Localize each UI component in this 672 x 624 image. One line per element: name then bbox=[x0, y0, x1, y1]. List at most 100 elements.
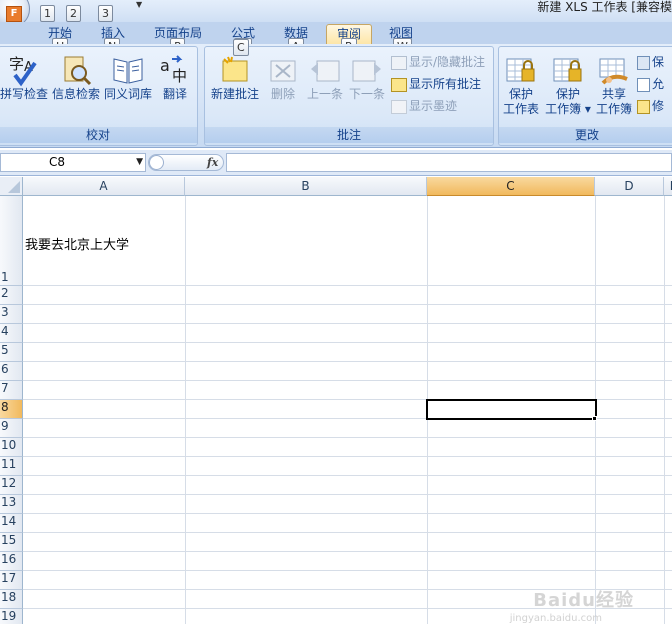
protect-share-icon bbox=[637, 55, 650, 70]
track-changes-label: 修 bbox=[652, 99, 665, 113]
name-box-value: C8 bbox=[49, 155, 66, 169]
row-header-2[interactable]: 2 bbox=[0, 286, 23, 305]
select-all-button[interactable] bbox=[0, 177, 23, 196]
worksheet-grid: A B C D E 1 2 3 4 5 6 7 8 9 10 11 12 13 … bbox=[0, 177, 672, 624]
protect-sheet-icon bbox=[506, 58, 535, 82]
show-hide-comment-icon bbox=[391, 55, 407, 70]
group-changes: 保护 工作表 保护 工作簿 ▾ 共享 工作簿 保 允 修 更改 bbox=[498, 46, 672, 146]
delete-comment-icon bbox=[270, 60, 296, 82]
share-workbook-label-2: 工作簿 bbox=[595, 102, 632, 116]
group-comments: 新建批注 删除 上一条 下一条 显示/隐藏批注 显示所有批注 显示墨迹 C 批注 bbox=[204, 39, 494, 146]
window-title: 新建 XLS 工作表 [兼容模 bbox=[537, 0, 672, 14]
previous-comment-button[interactable]: 上一条 bbox=[305, 53, 345, 102]
row-header-13[interactable]: 13 bbox=[0, 495, 23, 514]
gridline bbox=[23, 475, 672, 476]
name-box-dropdown-icon[interactable]: ▼ bbox=[136, 154, 143, 171]
allow-edit-ranges-button[interactable]: 允 bbox=[637, 75, 664, 93]
new-comment-button[interactable]: 新建批注 bbox=[207, 53, 263, 102]
column-header-b[interactable]: B bbox=[185, 177, 427, 196]
next-comment-button[interactable]: 下一条 bbox=[347, 53, 387, 102]
ribbon: 字 A 拼写检查 信息检索 同义词库 a 中 翻译 校对 新建批注 删除 上一条… bbox=[0, 39, 672, 148]
row-header-18[interactable]: 18 bbox=[0, 590, 23, 609]
fill-handle[interactable] bbox=[592, 416, 597, 421]
group-label-proofing: 校对 bbox=[0, 127, 197, 143]
thesaurus-button[interactable]: 同义词库 bbox=[103, 53, 153, 102]
cell-a1[interactable]: 我要去北京上大学 bbox=[25, 234, 129, 253]
customize-quick-access-icon[interactable]: ▼ bbox=[136, 0, 146, 10]
gridline bbox=[23, 494, 672, 495]
protect-sheet-button[interactable]: 保护 工作表 bbox=[501, 53, 541, 117]
row-header-17[interactable]: 17 bbox=[0, 571, 23, 590]
show-ink-label: 显示墨迹 bbox=[409, 99, 458, 113]
next-comment-icon bbox=[352, 60, 381, 82]
protect-sheet-label-2: 工作表 bbox=[502, 102, 539, 116]
show-hide-comment-button[interactable]: 显示/隐藏批注 bbox=[391, 53, 485, 71]
row-header-15[interactable]: 15 bbox=[0, 533, 23, 552]
keytip-new-comment: C bbox=[233, 39, 249, 56]
row-header-5[interactable]: 5 bbox=[0, 343, 23, 362]
office-logo-icon: F bbox=[6, 6, 22, 22]
gridline bbox=[23, 551, 672, 552]
formula-input[interactable] bbox=[226, 153, 672, 172]
gridline bbox=[23, 532, 672, 533]
show-hide-comment-label: 显示/隐藏批注 bbox=[409, 55, 486, 69]
gridline bbox=[23, 513, 672, 514]
show-ink-button[interactable]: 显示墨迹 bbox=[391, 97, 457, 115]
row-header-11[interactable]: 11 bbox=[0, 457, 23, 476]
keytip-1: 1 bbox=[40, 5, 55, 22]
formula-bar-resize-handle[interactable] bbox=[149, 155, 164, 170]
research-label: 信息检索 bbox=[51, 87, 100, 101]
column-header-a[interactable]: A bbox=[23, 177, 185, 196]
translate-icon: a 中 bbox=[160, 55, 187, 85]
protect-workbook-button[interactable]: 保护 工作簿 ▾ bbox=[545, 53, 591, 117]
active-cell-c8[interactable] bbox=[426, 399, 597, 420]
show-all-comments-icon bbox=[391, 77, 407, 92]
row-header-3[interactable]: 3 bbox=[0, 305, 23, 324]
thesaurus-book-icon bbox=[113, 58, 143, 84]
insert-function-icon[interactable]: fx bbox=[207, 155, 218, 170]
row-header-16[interactable]: 16 bbox=[0, 552, 23, 571]
svg-text:a: a bbox=[160, 56, 170, 75]
share-workbook-label-1: 共享 bbox=[601, 87, 626, 101]
row-header-12[interactable]: 12 bbox=[0, 476, 23, 495]
share-workbook-button[interactable]: 共享 工作簿 bbox=[593, 53, 635, 117]
track-changes-button[interactable]: 修 bbox=[637, 97, 664, 115]
allow-edit-ranges-label: 允 bbox=[652, 77, 665, 91]
previous-comment-label: 上一条 bbox=[306, 87, 343, 101]
translate-button[interactable]: a 中 翻译 bbox=[153, 53, 197, 102]
row-header-19[interactable]: 19 bbox=[0, 609, 23, 624]
row-header-10[interactable]: 10 bbox=[0, 438, 23, 457]
column-header-e[interactable]: E bbox=[664, 177, 672, 196]
previous-comment-icon bbox=[311, 60, 340, 82]
row-header-6[interactable]: 6 bbox=[0, 362, 23, 381]
group-label-changes: 更改 bbox=[499, 127, 672, 143]
protect-share-workbook-button[interactable]: 保 bbox=[637, 53, 664, 71]
gridline bbox=[664, 196, 665, 624]
allow-edit-ranges-icon bbox=[637, 77, 650, 92]
name-box[interactable]: C8 ▼ bbox=[0, 153, 146, 172]
share-workbook-icon bbox=[599, 58, 628, 85]
row-header-9[interactable]: 9 bbox=[0, 419, 23, 438]
research-button[interactable]: 信息检索 bbox=[51, 53, 101, 102]
row-header-7[interactable]: 7 bbox=[0, 381, 23, 400]
show-all-comments-button[interactable]: 显示所有批注 bbox=[391, 75, 481, 93]
ribbon-tabs: 开始 插入 页面布局 公式 数据 审阅 视图 H N P M A R W bbox=[0, 22, 672, 55]
row-header-4[interactable]: 4 bbox=[0, 324, 23, 343]
row-header-14[interactable]: 14 bbox=[0, 514, 23, 533]
gridline bbox=[23, 437, 672, 438]
gridline bbox=[23, 342, 672, 343]
gridline bbox=[23, 323, 672, 324]
research-icon bbox=[64, 56, 92, 86]
baidu-watermark-url: jingyan.baidu.com bbox=[509, 613, 602, 624]
spelling-button[interactable]: 字 A 拼写检查 bbox=[0, 53, 49, 102]
title-bar: F 1 2 3 ▼ 新建 XLS 工作表 [兼容模 bbox=[0, 0, 672, 28]
row-header-1[interactable]: 1 bbox=[0, 196, 23, 286]
delete-comment-button[interactable]: 删除 bbox=[263, 53, 303, 102]
row-header-8[interactable]: 8 bbox=[0, 400, 23, 419]
column-header-d[interactable]: D bbox=[595, 177, 664, 196]
column-header-c[interactable]: C bbox=[427, 177, 595, 196]
gridline bbox=[185, 196, 186, 624]
baidu-watermark: Baidu经验 bbox=[533, 590, 634, 611]
next-comment-label: 下一条 bbox=[348, 87, 385, 101]
svg-text:字: 字 bbox=[9, 55, 24, 73]
